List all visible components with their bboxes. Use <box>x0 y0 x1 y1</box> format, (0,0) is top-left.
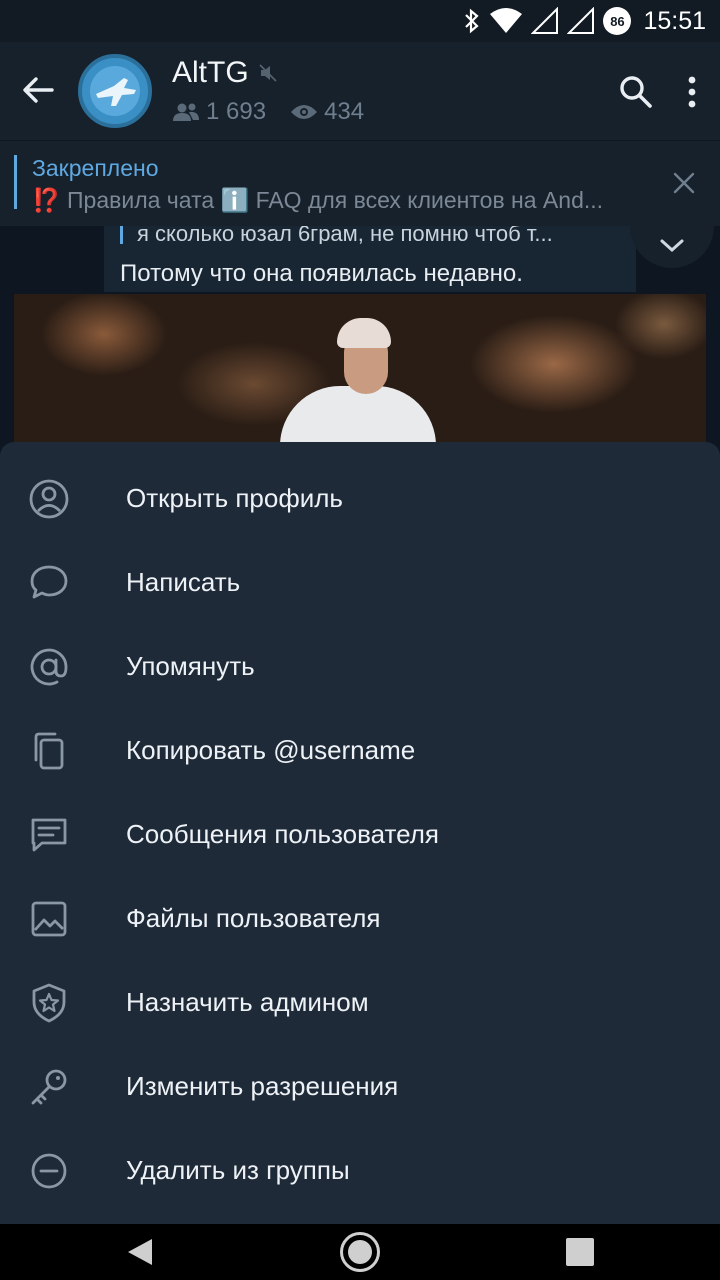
nav-back-icon[interactable] <box>126 1237 156 1267</box>
pinned-label: Закреплено <box>32 155 159 181</box>
messages-icon <box>31 818 67 852</box>
shield-star-icon <box>32 983 66 1023</box>
nav-recents-button[interactable] <box>566 1238 594 1266</box>
mute-icon <box>259 64 277 82</box>
photo-message[interactable] <box>14 294 706 442</box>
key-icon <box>31 1069 67 1105</box>
chevron-down-icon <box>660 239 684 253</box>
remove-circle-icon <box>31 1153 67 1189</box>
chat-header: AltTG 1 693 434 <box>0 42 720 140</box>
chat-title[interactable]: AltTG <box>172 56 277 90</box>
image-icon <box>31 901 67 937</box>
menu-item-write[interactable]: Написать <box>0 540 720 624</box>
user-actions-sheet: Открыть профиль Написать Упомянуть Копир… <box>0 442 720 1224</box>
message-bubble[interactable]: я сколько юзал 6грам, не помню чтоб т...… <box>104 226 636 292</box>
copy-icon <box>34 732 64 770</box>
battery-icon: 86 <box>603 7 632 35</box>
chat-subtitle: 1 693 434 <box>172 98 364 126</box>
pinned-text: ⁉️ Правила чата ℹ️ FAQ для всех клиентов… <box>32 187 604 213</box>
menu-item-user-messages[interactable]: Сообщения пользователя <box>0 792 720 876</box>
eye-icon <box>291 105 318 119</box>
online-count: 434 <box>324 98 365 125</box>
message-text: Потому что она появилась недавно. <box>120 260 523 287</box>
menu-item-remove-from-group[interactable]: Удалить из группы <box>0 1128 720 1212</box>
scroll-down-button[interactable] <box>630 226 714 268</box>
group-avatar[interactable] <box>78 54 152 128</box>
signal-icon <box>567 7 595 34</box>
bluetooth-icon <box>465 8 480 34</box>
members-icon <box>173 103 199 121</box>
back-arrow-icon[interactable] <box>18 70 58 110</box>
clock: 15:51 <box>643 6 706 35</box>
status-bar: 86 15:51 <box>0 0 720 42</box>
members-count: 1 693 <box>206 98 267 125</box>
system-nav-bar <box>0 1224 720 1280</box>
signal-icon <box>531 7 559 34</box>
menu-item-open-profile[interactable]: Открыть профиль <box>0 456 720 540</box>
chat-area: я сколько юзал 6грам, не помню чтоб т...… <box>0 226 720 442</box>
search-icon[interactable] <box>616 72 656 112</box>
close-icon[interactable] <box>672 171 696 195</box>
more-icon[interactable] <box>674 72 710 112</box>
wifi-icon <box>490 8 523 33</box>
nav-home-button[interactable] <box>340 1232 380 1272</box>
menu-item-edit-permissions[interactable]: Изменить разрешения <box>0 1044 720 1128</box>
reply-quote: я сколько юзал 6грам, не помню чтоб т... <box>120 226 620 244</box>
menu-item-copy-username[interactable]: Копировать @username <box>0 708 720 792</box>
chat-bubble-icon <box>30 565 68 599</box>
pinned-message[interactable]: Закреплено ⁉️ Правила чата ℹ️ FAQ для вс… <box>0 140 720 226</box>
menu-item-make-admin[interactable]: Назначить админом <box>0 960 720 1044</box>
menu-item-user-files[interactable]: Файлы пользователя <box>0 876 720 960</box>
profile-icon <box>29 479 69 519</box>
menu-item-mention[interactable]: Упомянуть <box>0 624 720 708</box>
at-sign-icon <box>30 648 68 686</box>
